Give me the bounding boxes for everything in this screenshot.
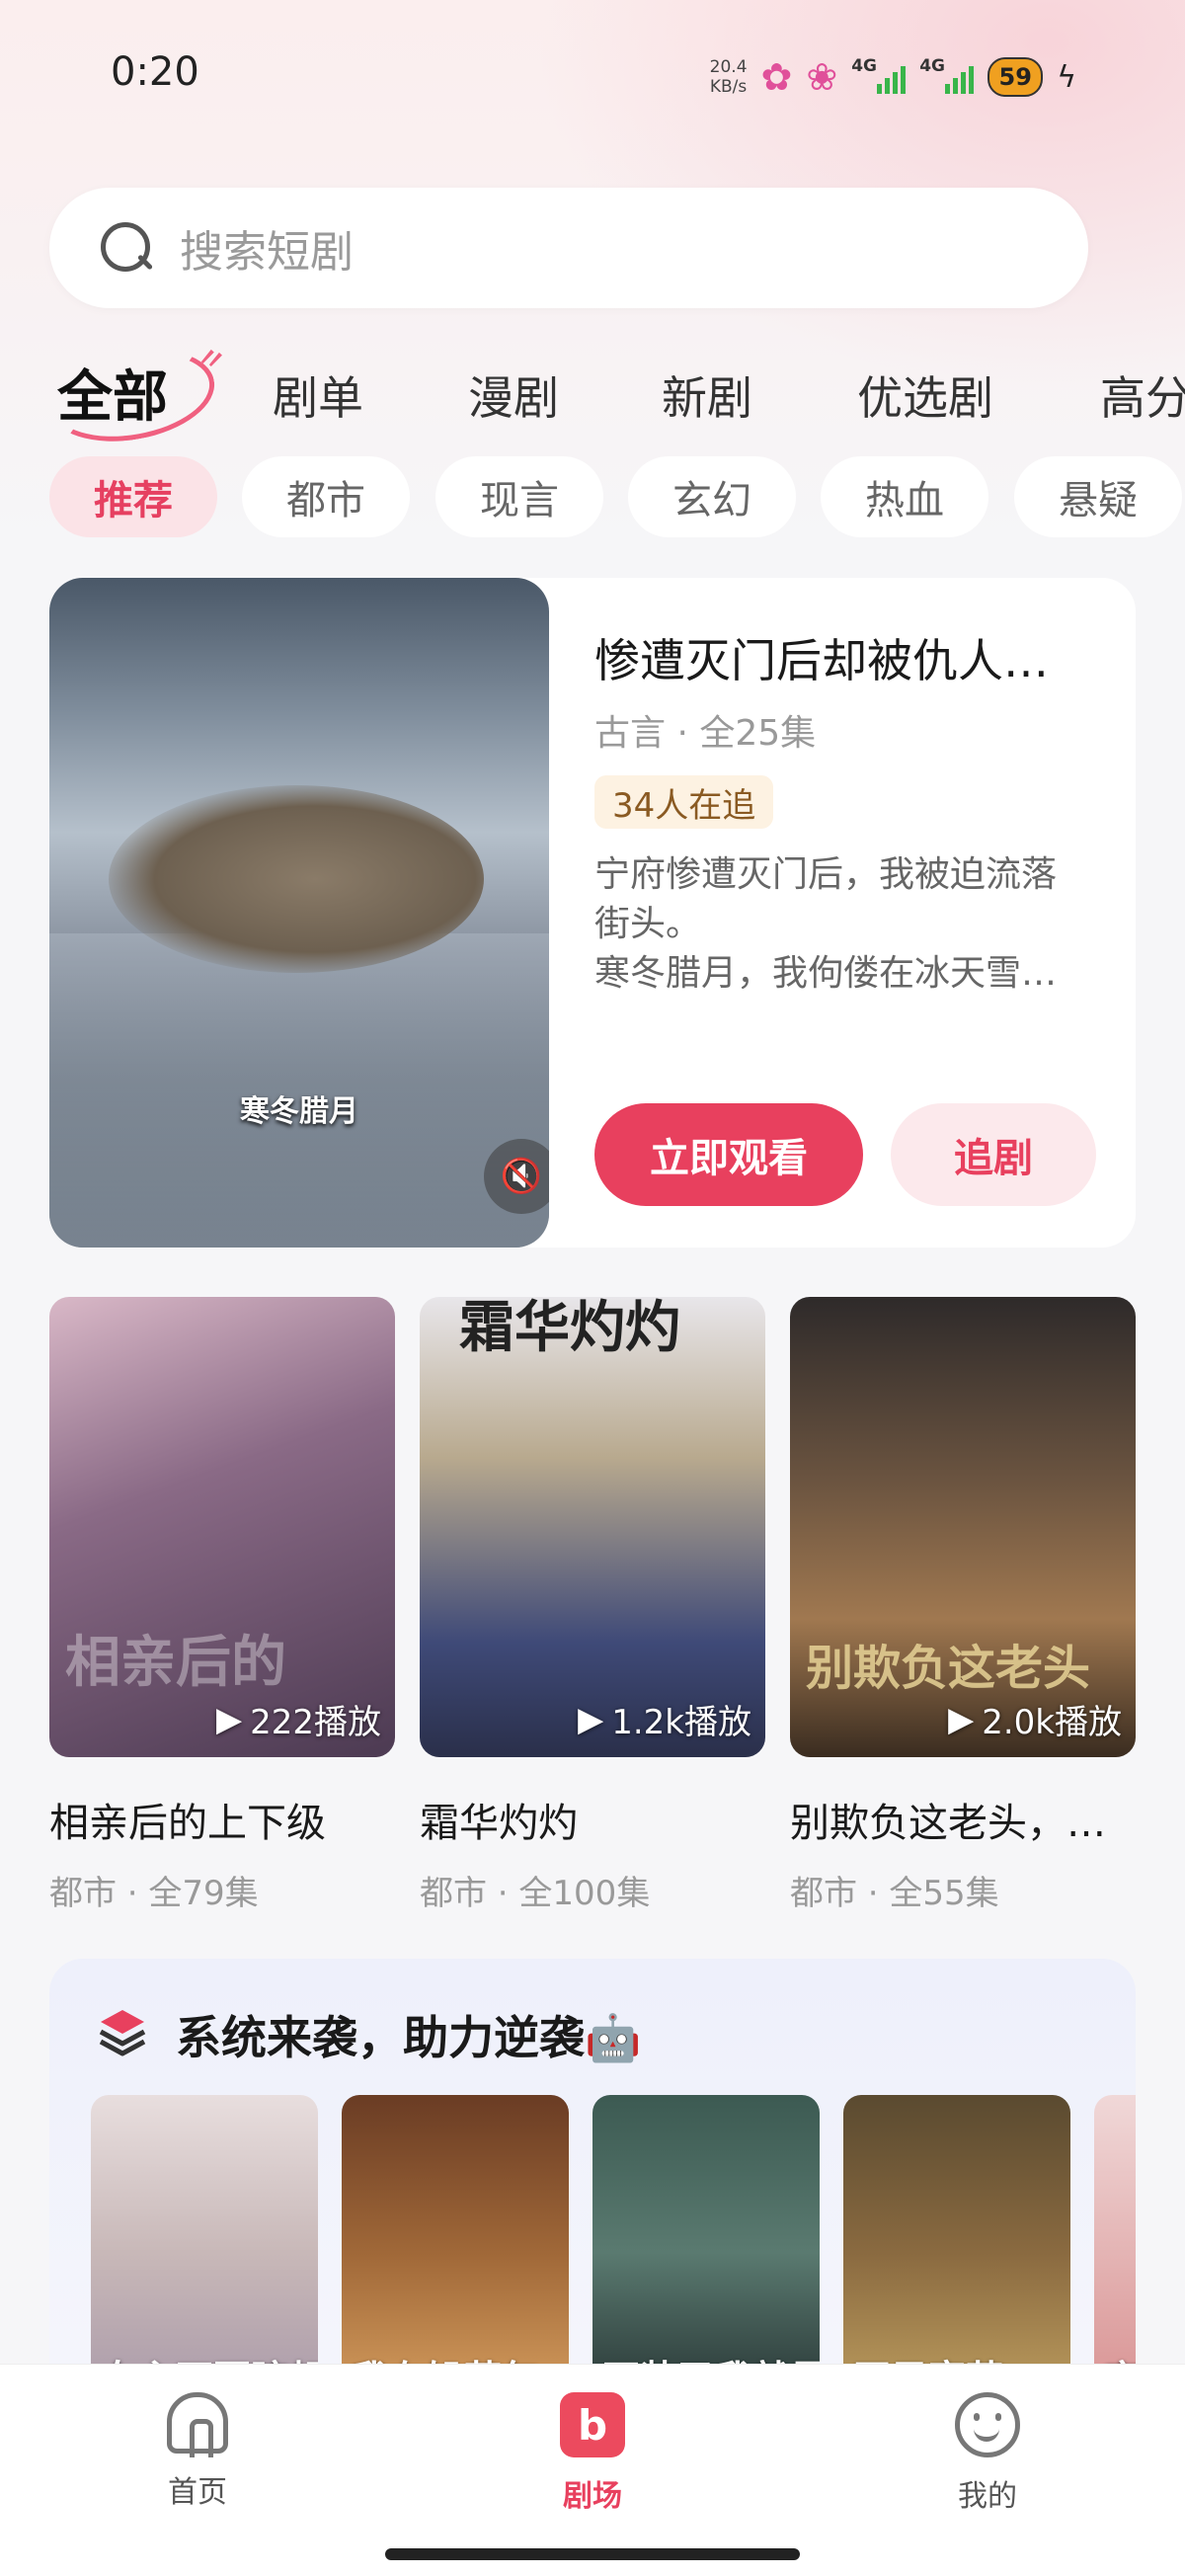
poster-figure xyxy=(109,785,484,973)
tab-anime-drama[interactable]: 漫剧 xyxy=(468,362,559,428)
drama-meta: 都市 · 全100集 xyxy=(420,1874,651,1913)
battery-icon: 59 xyxy=(988,57,1044,97)
poster-title-art: 别欺负这老头 xyxy=(806,1641,1091,1696)
play-count: ▶ 2.0k播放 xyxy=(948,1695,1122,1743)
category-tabs: 〃 全部 剧单 漫剧 新剧 优选剧 高分 xyxy=(0,341,1185,449)
description-line: 寒冬腊月，我佝偻在冰天雪… xyxy=(594,953,1058,994)
search-input[interactable]: 搜索短剧 xyxy=(180,216,354,280)
drama-meta: 都市 · 全79集 xyxy=(49,1874,259,1913)
drama-card[interactable]: 别欺负这老头 ▶ 2.0k播放 别欺负这老头，… 都市 · 全55集 xyxy=(790,1297,1136,1914)
chip-recommend[interactable]: 推荐 xyxy=(49,456,217,537)
featured-meta: 古言 · 全25集 xyxy=(594,713,817,754)
drama-poster[interactable]: 霜华灼灼 ▶ 1.2k播放 xyxy=(420,1297,765,1757)
chip-fantasy[interactable]: 玄幻 xyxy=(628,456,796,537)
description-line: 宁府惨遭灭门后，我被迫流落 xyxy=(594,854,1058,895)
chip-urban[interactable]: 都市 xyxy=(242,456,410,537)
network-speed-value: 20.4 xyxy=(709,57,748,77)
signal-icon: 4G xyxy=(851,56,907,94)
network-type: 4G xyxy=(851,56,877,76)
play-count: ▶ 222播放 xyxy=(216,1695,381,1743)
drama-poster[interactable]: 相亲后的 ▶ 222播放 xyxy=(49,1297,395,1757)
charging-icon: ϟ xyxy=(1057,59,1076,95)
play-count: ▶ 1.2k播放 xyxy=(578,1695,751,1743)
chip-mystery[interactable]: 悬疑 xyxy=(1014,456,1182,537)
section-title: 系统来袭，助力逆袭🤖 xyxy=(176,2011,642,2064)
genre-chips: 推荐 都市 现言 玄幻 热血 悬疑 xyxy=(0,456,1185,539)
status-time: 0:20 xyxy=(111,49,199,95)
nav-label: 剧场 xyxy=(563,2479,622,2514)
featured-description: 宁府惨遭灭门后，我被迫流落 街头。 寒冬腊月，我佝偻在冰天雪… xyxy=(594,850,1108,999)
nav-label: 首页 xyxy=(168,2475,227,2510)
chip-modern-romance[interactable]: 现言 xyxy=(435,456,603,537)
tab-selected[interactable]: 优选剧 xyxy=(857,362,993,428)
home-icon xyxy=(167,2392,228,2457)
drama-title[interactable]: 霜华灼灼 xyxy=(420,1791,765,1848)
flower-icon: ✿ xyxy=(760,55,793,99)
home-indicator[interactable] xyxy=(385,2548,800,2560)
play-icon: ▶ xyxy=(948,1699,975,1739)
chip-action[interactable]: 热血 xyxy=(821,456,988,537)
featured-card[interactable]: 寒冬腊月 🔇 惨遭灭门后却被仇人… 古言 · 全25集 34人在追 宁府惨遭灭门… xyxy=(49,578,1136,1248)
drama-title[interactable]: 相亲后的上下级 xyxy=(49,1791,395,1848)
bottom-navigation: 首页 b 剧场 我的 xyxy=(0,2364,1185,2576)
mute-icon[interactable]: 🔇 xyxy=(484,1139,549,1214)
bow-icon: ❀ xyxy=(806,55,838,99)
layers-icon xyxy=(99,2010,146,2056)
status-bar: 0:20 20.4 KB/s ✿ ❀ 4G 4G 59 ϟ xyxy=(0,0,1185,148)
nav-label: 我的 xyxy=(958,2479,1017,2514)
featured-title[interactable]: 惨遭灭门后却被仇人… xyxy=(594,625,1108,690)
nav-profile[interactable]: 我的 xyxy=(889,2392,1086,2515)
network-type: 4G xyxy=(919,56,945,76)
search-icon xyxy=(99,220,154,276)
network-speed: 20.4 KB/s xyxy=(710,57,748,97)
drama-card[interactable]: 霜华灼灼 ▶ 1.2k播放 霜华灼灼 都市 · 全100集 xyxy=(420,1297,765,1914)
tab-playlist[interactable]: 剧单 xyxy=(273,362,363,428)
followers-badge: 34人在追 xyxy=(594,775,774,829)
drama-title[interactable]: 别欺负这老头，… xyxy=(790,1791,1136,1848)
play-icon: ▶ xyxy=(578,1699,604,1739)
profile-icon xyxy=(955,2392,1020,2457)
featured-poster[interactable]: 寒冬腊月 🔇 xyxy=(49,578,549,1248)
drama-meta: 都市 · 全55集 xyxy=(790,1874,999,1913)
play-icon: ▶ xyxy=(215,1699,243,1739)
signal-icon: 4G xyxy=(919,56,975,94)
drama-card[interactable]: 相亲后的 ▶ 222播放 相亲后的上下级 都市 · 全79集 xyxy=(49,1297,395,1914)
tab-high-score[interactable]: 高分 xyxy=(1100,362,1185,428)
watch-now-button[interactable]: 立即观看 xyxy=(594,1103,863,1206)
tab-new[interactable]: 新剧 xyxy=(662,362,752,428)
status-icons: 20.4 KB/s ✿ ❀ 4G 4G 59 ϟ xyxy=(710,49,1076,105)
tab-all[interactable]: 全部 xyxy=(57,353,168,433)
poster-caption: 寒冬腊月 xyxy=(240,1094,358,1129)
poster-title-art: 相亲后的 xyxy=(65,1630,286,1695)
drama-poster[interactable]: 别欺负这老头 ▶ 2.0k播放 xyxy=(790,1297,1136,1757)
description-line: 街头。 xyxy=(594,904,702,944)
poster-title-art: 霜华灼灼 xyxy=(459,1297,680,1360)
theater-icon: b xyxy=(560,2392,625,2457)
play-count-value: 2.0k播放 xyxy=(982,1703,1122,1742)
nav-home[interactable]: 首页 xyxy=(99,2392,296,2511)
network-speed-unit: KB/s xyxy=(709,77,748,97)
follow-drama-button[interactable]: 追剧 xyxy=(891,1103,1096,1206)
play-count-value: 222播放 xyxy=(250,1703,381,1742)
nav-theater[interactable]: b 剧场 xyxy=(494,2392,691,2515)
play-count-value: 1.2k播放 xyxy=(611,1703,751,1742)
search-bar[interactable]: 搜索短剧 xyxy=(49,188,1088,308)
